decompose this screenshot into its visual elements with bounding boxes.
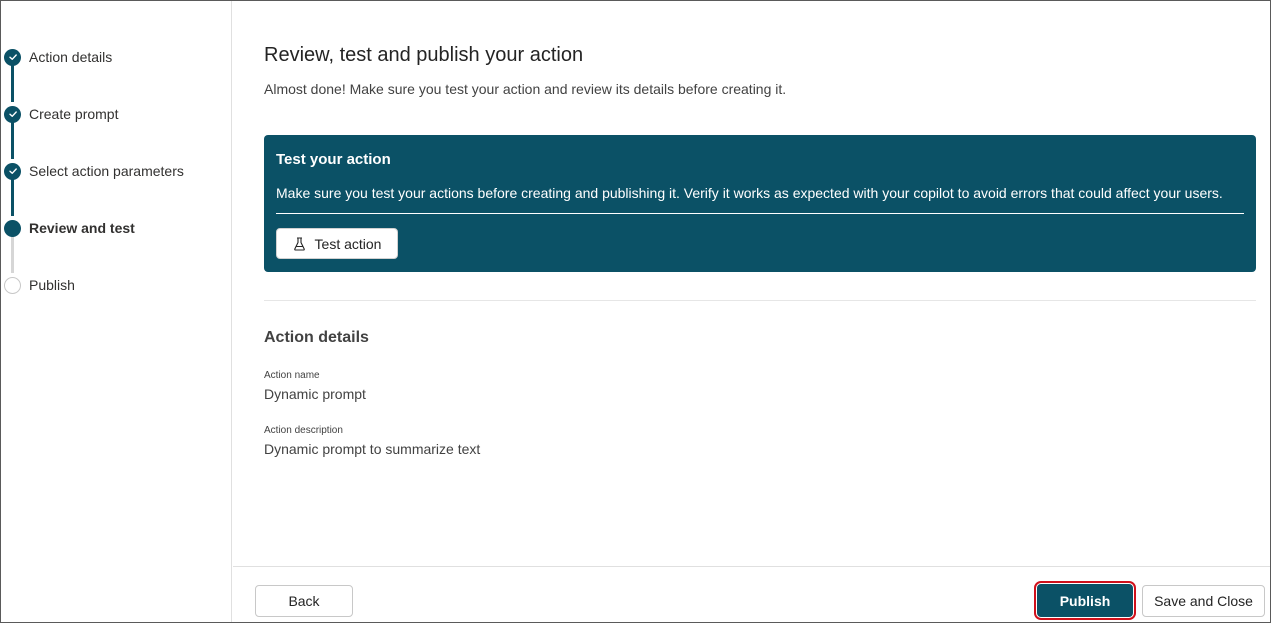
test-card-title: Test your action [276, 151, 391, 168]
action-description-value: Dynamic prompt to summarize text [264, 441, 481, 457]
step-label: Create prompt [29, 106, 119, 122]
action-details-heading: Action details [264, 329, 369, 346]
step-connector [11, 122, 14, 159]
main-content: Review, test and publish your action Alm… [233, 1, 1270, 566]
current-step-dot-icon [4, 219, 21, 237]
page-title: Review, test and publish your action [264, 44, 584, 66]
step-connector [11, 236, 14, 273]
test-action-button[interactable]: Test action [276, 228, 398, 259]
save-and-close-button[interactable]: Save and Close [1142, 585, 1265, 617]
step-connector [11, 179, 14, 216]
step-label: Publish [29, 277, 75, 293]
step-sidebar: Action details Create prompt Select acti… [1, 1, 232, 622]
action-name-value: Dynamic prompt [264, 386, 366, 402]
action-name-label: Action name [264, 370, 320, 381]
test-action-label: Test action [314, 235, 382, 252]
test-card-text: Make sure you test your actions before c… [276, 185, 1223, 201]
page-subtitle: Almost done! Make sure you test your act… [264, 81, 787, 97]
back-button[interactable]: Back [255, 585, 353, 617]
step-label: Review and test [29, 220, 135, 236]
publish-button[interactable]: Publish [1034, 581, 1136, 620]
pending-step-circle-icon [4, 276, 21, 294]
footer-bar: Back Publish Save and Close [233, 566, 1270, 622]
test-card-divider [276, 213, 1244, 214]
checkmark-icon [4, 162, 21, 180]
step-label: Action details [29, 49, 113, 65]
step-label: Select action parameters [29, 163, 184, 179]
test-action-card: Test your action Make sure you test your… [264, 135, 1256, 272]
section-divider [264, 300, 1256, 301]
checkmark-icon [4, 105, 21, 123]
wizard-window: Action details Create prompt Select acti… [0, 0, 1271, 623]
action-description-label: Action description [264, 425, 343, 436]
step-connector [11, 65, 14, 102]
beaker-icon [293, 236, 305, 251]
checkmark-icon [4, 48, 21, 66]
